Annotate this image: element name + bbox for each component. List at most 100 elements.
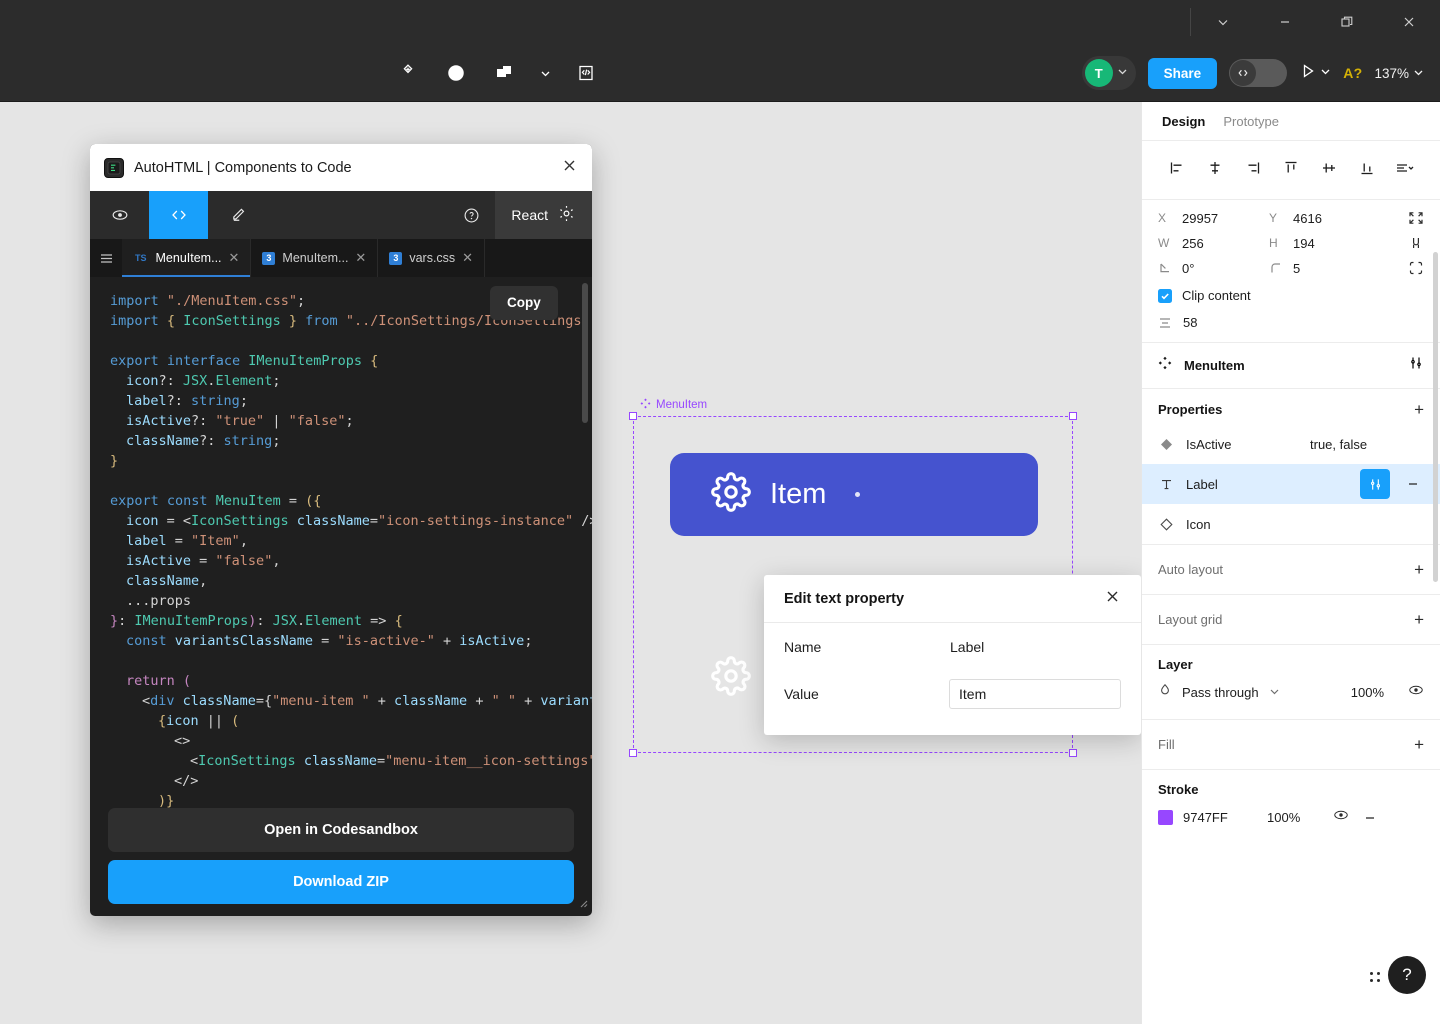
x-field[interactable]: X 29957 [1158, 211, 1269, 226]
code-frame-icon[interactable] [562, 44, 610, 102]
close-icon[interactable]: ✕ [462, 250, 473, 266]
code-vertical-scrollbar[interactable] [582, 283, 588, 423]
resize-grip-icon[interactable] [576, 895, 588, 913]
plus-icon[interactable]: + [1414, 736, 1424, 753]
grip-dots-icon[interactable] [1370, 972, 1380, 982]
eye-icon[interactable] [1408, 682, 1424, 703]
blend-mode-value[interactable]: Pass through [1182, 685, 1259, 700]
file-tab-menuitem-tsx[interactable]: TS MenuItem... ✕ [122, 239, 252, 277]
plus-icon[interactable]: + [1414, 401, 1424, 418]
value-label: Value [784, 685, 819, 702]
close-icon[interactable] [561, 157, 578, 179]
minimize-icon[interactable] [1254, 0, 1316, 44]
code-editor[interactable]: import "./MenuItem.css"; import { IconSet… [90, 277, 592, 846]
contrast-icon[interactable] [432, 44, 480, 102]
framework-selector[interactable]: React [495, 191, 592, 239]
h-field[interactable]: H 194 [1269, 236, 1380, 251]
stroke-opacity-value[interactable]: 100% [1267, 810, 1323, 825]
minus-icon[interactable] [1402, 477, 1424, 491]
restore-icon[interactable] [1316, 0, 1378, 44]
spacing-row[interactable]: 58 [1158, 315, 1424, 330]
resize-handle-top-right[interactable] [1069, 412, 1077, 420]
auto-layout-section: Auto layout + [1142, 544, 1440, 594]
close-icon[interactable] [1378, 0, 1440, 44]
boolean-chevron-icon[interactable] [528, 44, 562, 102]
chevron-down-icon[interactable] [1269, 684, 1280, 702]
component-row[interactable]: MenuItem [1142, 342, 1440, 388]
plugin-footer: Open in Codesandbox Download ZIP [90, 808, 592, 916]
selection-label[interactable]: MenuItem [640, 398, 707, 412]
x-key-label: X [1158, 211, 1167, 225]
minus-icon[interactable] [1359, 811, 1381, 825]
clip-content-row[interactable]: Clip content [1158, 288, 1424, 303]
edit-property-button[interactable] [1360, 469, 1390, 499]
align-top-icon[interactable] [1276, 155, 1306, 181]
file-tab-vars-css[interactable]: 3 vars.css ✕ [378, 239, 486, 277]
code-tab[interactable] [149, 191, 208, 239]
align-left-icon[interactable] [1162, 155, 1192, 181]
tab-prototype[interactable]: Prototype [1223, 114, 1279, 129]
align-bottom-icon[interactable] [1352, 155, 1382, 181]
variant-properties-icon[interactable] [1408, 355, 1424, 376]
clip-content-checkbox[interactable] [1158, 288, 1172, 303]
tab-design[interactable]: Design [1162, 114, 1205, 129]
zoom-control[interactable]: 137% [1374, 66, 1424, 81]
boolean-union-icon[interactable] [480, 44, 528, 102]
components-icon[interactable] [384, 44, 432, 102]
code-line: icon = <IconSettings className="icon-set… [126, 513, 592, 529]
file-tab-menuitem-css[interactable]: 3 MenuItem... ✕ [251, 239, 379, 277]
plus-icon[interactable]: + [1414, 611, 1424, 628]
corner-radius-field[interactable]: 5 [1269, 261, 1380, 276]
plus-icon[interactable]: + [1414, 561, 1424, 578]
w-value: 256 [1182, 235, 1204, 251]
code-line: icon?: JSX.Element; [126, 373, 281, 389]
resize-handle-bottom-right[interactable] [1069, 749, 1077, 757]
eye-icon[interactable] [1333, 807, 1349, 828]
stroke-color-swatch[interactable] [1158, 810, 1173, 825]
rotation-field[interactable]: 0° [1158, 261, 1269, 276]
code-line: isActive?: "true" | "false"; [126, 413, 354, 429]
resize-handle-top-left[interactable] [629, 412, 637, 420]
gear-icon [557, 204, 576, 226]
question-circle-icon[interactable] [447, 191, 495, 239]
chevron-down-icon[interactable] [1192, 0, 1254, 44]
close-icon[interactable]: ✕ [229, 250, 240, 266]
copy-button[interactable]: Copy [490, 286, 558, 320]
open-in-codesandbox-button[interactable]: Open in Codesandbox [108, 808, 574, 852]
stroke-hex-value[interactable]: 9747FF [1183, 810, 1257, 825]
annotation-badge[interactable]: A? [1343, 65, 1362, 81]
distribute-menu-icon[interactable] [1390, 155, 1420, 181]
layer-section: Layer Pass through 100% [1142, 644, 1440, 719]
property-row-label[interactable]: Label [1142, 464, 1440, 504]
close-icon[interactable] [1104, 588, 1121, 610]
layer-opacity-value[interactable]: 100% [1351, 685, 1384, 700]
w-field[interactable]: W 256 [1158, 236, 1269, 251]
property-row-icon[interactable]: Icon [1142, 504, 1440, 544]
share-button[interactable]: Share [1147, 57, 1218, 89]
menu-item-variant-active[interactable]: Item [670, 453, 1038, 536]
align-right-icon[interactable] [1238, 155, 1268, 181]
edit-tab[interactable] [208, 191, 267, 239]
preview-tab[interactable] [90, 191, 149, 239]
property-row-isactive[interactable]: IsActive true, false [1142, 424, 1440, 464]
y-field[interactable]: Y 4616 [1269, 211, 1380, 226]
value-input[interactable] [949, 678, 1121, 709]
user-menu[interactable]: T [1081, 56, 1136, 90]
help-fab-button[interactable]: ? [1388, 956, 1426, 994]
resize-to-fit-icon[interactable] [1380, 210, 1424, 226]
link-proportions-icon[interactable] [1380, 235, 1424, 251]
close-icon[interactable]: ✕ [355, 250, 366, 266]
present-button[interactable] [1299, 62, 1331, 85]
plugin-file-tabs: TS MenuItem... ✕ 3 MenuItem... ✕ 3 vars.… [90, 239, 592, 277]
download-zip-button[interactable]: Download ZIP [108, 860, 574, 904]
panel-scrollbar[interactable] [1433, 252, 1438, 582]
selection-label-text: MenuItem [656, 399, 708, 411]
align-vertical-center-icon[interactable] [1314, 155, 1344, 181]
dev-mode-toggle[interactable] [1229, 59, 1288, 87]
resize-handle-bottom-left[interactable] [629, 749, 637, 757]
independent-corners-icon[interactable] [1380, 260, 1424, 276]
stroke-color-row[interactable]: 9747FF 100% [1142, 803, 1440, 838]
align-horizontal-center-icon[interactable] [1200, 155, 1230, 181]
hamburger-icon[interactable] [90, 239, 122, 277]
